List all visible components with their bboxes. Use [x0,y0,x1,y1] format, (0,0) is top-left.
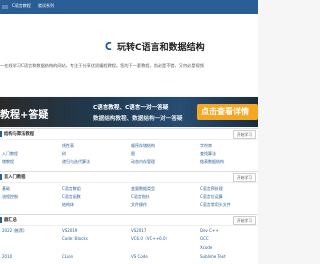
list-item[interactable]: C语言指针 [131,194,150,200]
list-item[interactable]: 流程控制 [2,194,18,200]
list-item[interactable]: VS Code [131,254,148,259]
list-item[interactable]: 线性表 [62,143,74,149]
section-data-structures: 结构与算法教程 开始学习 入门教程 储教程 线性表 树 递归与迭代算法 顺序存储… [0,128,258,171]
section-header: 结构与算法教程 开始学习 [0,129,258,140]
list-item[interactable]: 动态内存管理 [131,159,155,165]
list-item[interactable]: GCC [200,236,209,241]
list-item[interactable]: Code::Blocks [62,236,88,241]
section-accent [0,217,2,223]
list-item[interactable]: 2010 [2,254,12,259]
banner-line-1: C语言教程、C语言一对一答疑 [93,105,169,111]
section-header: 器汇总 开始学习 [0,215,258,226]
nav-c-tutorial[interactable]: C语言教程 [12,3,31,9]
section-accent [0,131,2,137]
section-title: 结构与算法教程 [4,132,35,137]
list-item[interactable]: 结构体 [62,202,74,208]
home-link[interactable] [2,5,8,9]
list-item[interactable]: C语言数组 [62,186,81,192]
list-item[interactable]: 树 [62,151,66,157]
section-accent [0,174,2,180]
section-header: 言入门教程 开始学习 [0,172,258,183]
start-learning-button[interactable]: 开始学习 [232,173,256,182]
list-item[interactable]: CLion [62,254,73,259]
list-item[interactable]: 储教程 [2,159,14,165]
page-title: 玩转C语言和数据结构 [117,43,205,53]
banner-line-2: 数据结构教程、数据结构一对一答疑 [93,116,183,122]
list-item[interactable]: 递归与迭代算法 [62,159,90,165]
top-navbar: C语言教程 就试系列 [0,0,258,14]
section-title: 言入门教程 [4,175,26,180]
list-item[interactable]: Xcode [200,245,212,250]
nav-test-series[interactable]: 就试系列 [38,3,54,9]
list-item[interactable]: VS2017 [131,228,146,233]
list-item[interactable]: VC6.0（VC++6.0） [131,236,169,242]
site-description: 一在线学习C语言和数据结构的网站，专注于分享优质编程教程。您的下一套教程，尚必是… [0,63,204,68]
list-item[interactable]: 查找算法 [200,151,216,157]
section-c-intro: 言入门教程 开始学习 基础 流程控制 C语言数组 C语言函数 结构体 变量数据类… [0,171,258,214]
section-title: 器汇总 [4,218,17,223]
section-compilers: 器汇总 开始学习 2022 (推荐) 2010 VS2019 Code::Blo… [0,214,258,264]
promo-banner[interactable]: 教程+答疑 C语言教程、C语言一对一答疑 数据结构教程、数据结构一对一答疑 点击… [0,97,258,127]
banner-headline: 教程+答疑 [0,110,49,121]
hero-section [0,14,258,96]
list-item[interactable]: C语言预处理 [200,186,223,192]
banner-details-button[interactable]: 点击查看详情 [197,104,258,120]
list-item[interactable]: 链表数据结构 [200,159,224,165]
list-item[interactable]: Dev C++ [200,228,219,233]
start-learning-button[interactable]: 开始学习 [232,130,256,139]
list-item[interactable]: C语言函数 [62,194,81,200]
list-item[interactable]: 入门教程 [2,151,18,157]
list-item[interactable]: VS2019 [62,228,77,233]
list-item[interactable]: 变量数据类型 [131,186,155,192]
start-learning-button[interactable]: 开始学习 [232,216,256,225]
list-item[interactable]: 字符串 [200,143,212,149]
list-item[interactable]: Sublime Text [200,254,226,259]
list-item[interactable]: C语言常用头文件 [200,202,231,208]
list-item[interactable]: 文件操作 [131,202,147,208]
list-item[interactable]: 顺序存储结构 [131,143,155,149]
list-item[interactable]: C语言位运算 [200,194,223,200]
c-logo-icon [105,42,112,50]
list-item[interactable]: 2022 (推荐) [2,228,25,234]
list-item[interactable]: 图 [131,151,135,157]
list-item[interactable]: 基础 [2,186,10,192]
